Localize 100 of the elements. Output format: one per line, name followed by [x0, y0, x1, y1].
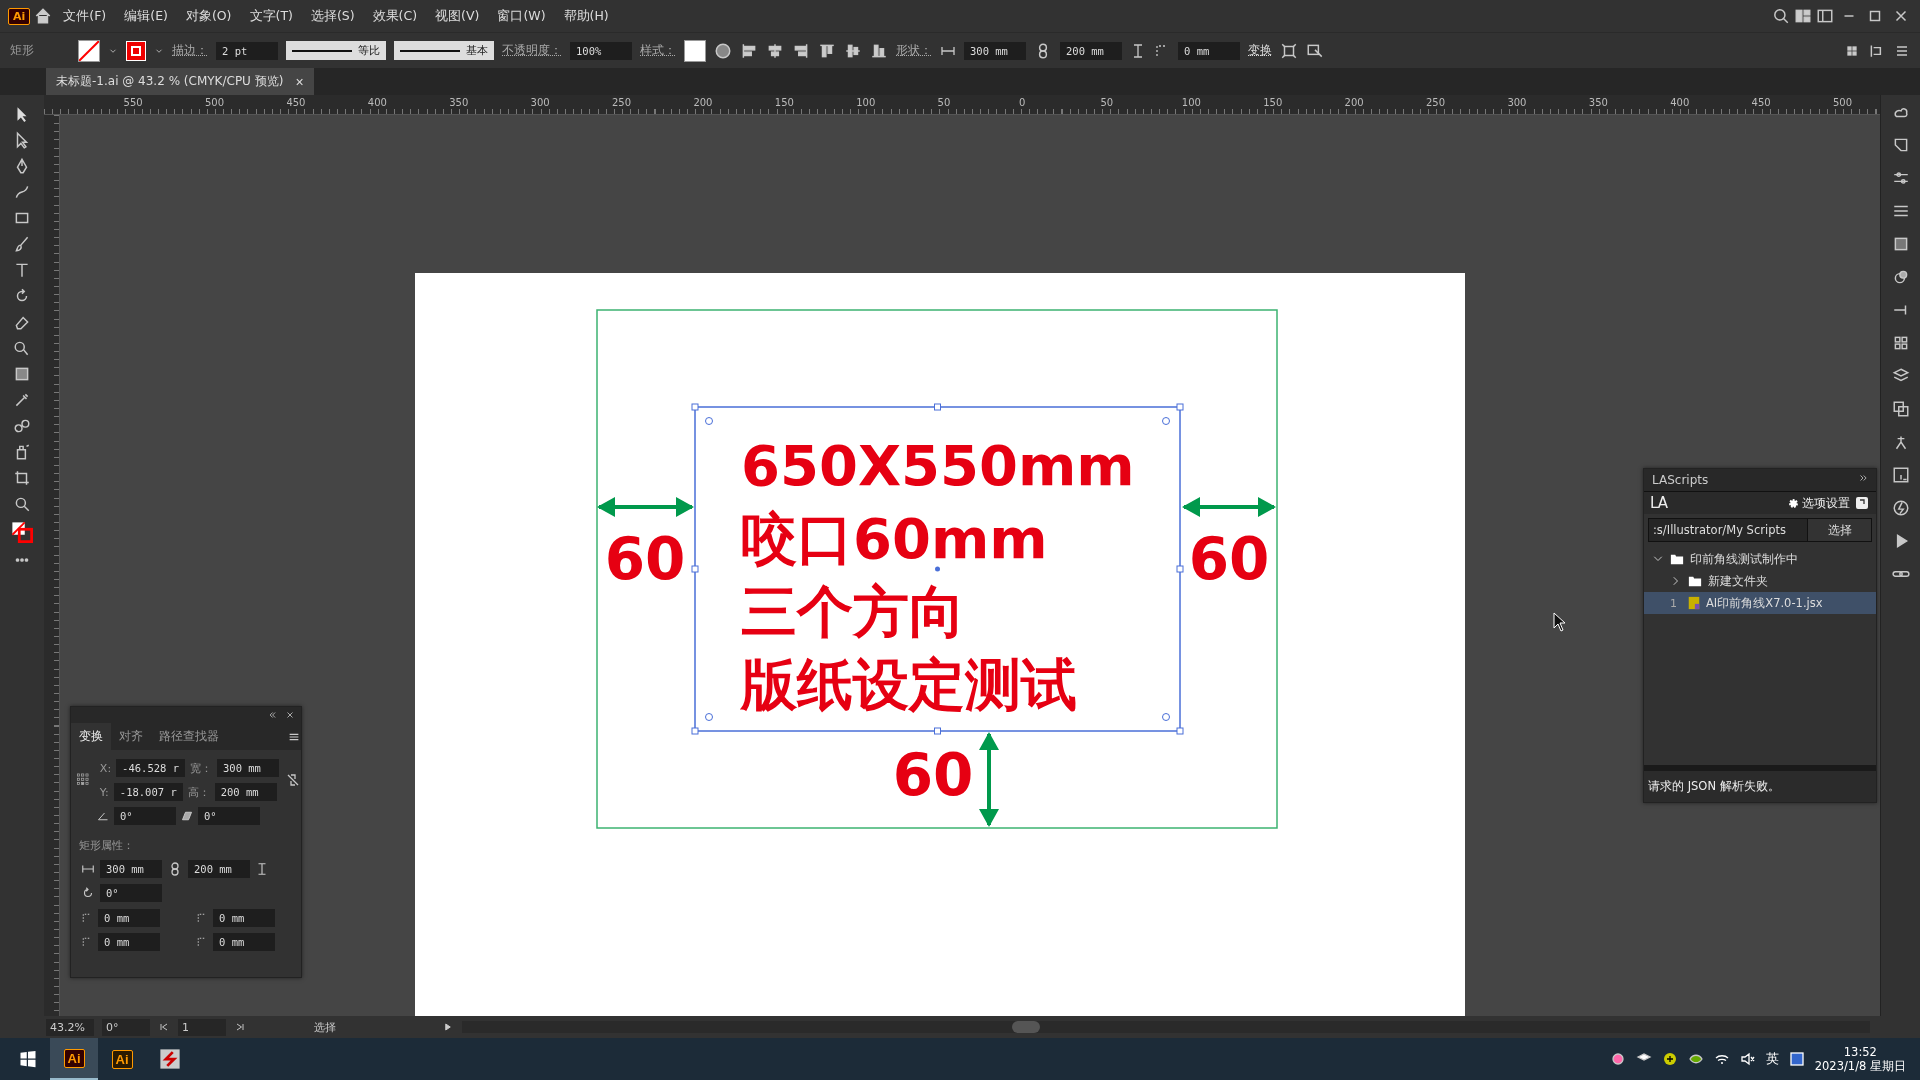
plus-circle-icon[interactable] — [1661, 1051, 1678, 1067]
menu-item[interactable]: 文字(T) — [242, 3, 300, 29]
profile-dropdown[interactable]: 等比 — [286, 41, 386, 60]
height-field[interactable]: 200 mm — [1060, 41, 1122, 60]
panel-tab[interactable]: 变换 — [71, 723, 111, 750]
corner-radius-field[interactable]: 0 mm — [213, 909, 275, 927]
menu-item[interactable]: 帮助(H) — [556, 3, 616, 29]
corner-icon — [81, 912, 93, 924]
ime-indicator[interactable]: 英 — [1765, 1050, 1779, 1068]
rotation-field[interactable]: 0° — [100, 884, 162, 902]
shear-field[interactable]: 0° — [198, 807, 260, 825]
play-icon[interactable] — [442, 1021, 454, 1033]
home-icon[interactable] — [34, 7, 53, 25]
zoom-field[interactable]: 43.2% — [46, 1018, 94, 1036]
refresh-icon[interactable] — [1854, 495, 1870, 511]
brush-icon[interactable] — [13, 235, 31, 253]
document-tab[interactable]: 未标题-1.ai @ 43.2 % (CMYK/CPU 预览) × — [46, 68, 314, 95]
expand-icon[interactable] — [1858, 473, 1868, 483]
ruler-label: 500 — [1833, 97, 1853, 108]
style-swatch[interactable] — [684, 39, 706, 62]
menu-item[interactable]: 文件(F) — [56, 3, 114, 29]
align-center-icon[interactable] — [766, 41, 784, 60]
close-icon[interactable] — [285, 710, 295, 720]
y-field[interactable]: -18.007 r — [113, 783, 183, 801]
bounding-box-icon[interactable] — [1280, 41, 1298, 60]
x-field[interactable]: -46.528 r — [116, 759, 185, 777]
taskbar-app-button[interactable]: Ai — [50, 1038, 98, 1080]
tree-item-label: 印前角线测试制作中 — [1690, 551, 1798, 567]
menu-item[interactable]: 对象(O) — [178, 3, 239, 29]
align-left-icon[interactable] — [740, 41, 758, 60]
app-logo[interactable]: Ai — [8, 7, 31, 25]
angle-field[interactable]: 0° — [114, 807, 176, 825]
first-page-icon[interactable] — [158, 1021, 170, 1033]
section-heading: 矩形属性： — [78, 838, 135, 854]
settings-button[interactable]: 选项设置 — [1787, 494, 1850, 512]
artboard-number-field[interactable]: 1 — [178, 1018, 226, 1036]
keyboard-icon[interactable] — [1788, 1051, 1805, 1067]
menu-item[interactable]: 效果(C) — [365, 3, 425, 29]
ruler-label: 50 — [1100, 97, 1114, 108]
clock-date[interactable]: 2023/1/8 星期日 — [1814, 1058, 1906, 1074]
corner-radius-field[interactable]: 0 mm — [98, 909, 160, 927]
ruler-label: 100 — [1181, 97, 1201, 108]
transform-link[interactable]: 变换 — [1248, 43, 1272, 58]
overlap-squares-icon[interactable] — [1891, 400, 1910, 418]
panel-tab[interactable]: 路径查找器 — [151, 723, 227, 750]
corner-radius-field[interactable]: 0 mm — [98, 933, 160, 951]
taskbar-app-button[interactable]: Ai — [98, 1038, 146, 1080]
collapse-icon[interactable] — [267, 710, 277, 720]
shape-label: 形状： — [896, 43, 932, 58]
corner-radius-field[interactable]: 0 mm — [213, 933, 275, 951]
menu-item[interactable]: 选择(S) — [303, 3, 362, 29]
stroke-swatch[interactable] — [126, 40, 146, 61]
layout-icon[interactable] — [1794, 7, 1812, 25]
width-field[interactable]: 300 mm — [217, 759, 279, 777]
brush-dropdown[interactable]: 基本 — [394, 41, 494, 60]
tree-item[interactable]: 新建文件夹 — [1644, 570, 1876, 592]
dimension-label: 60 — [1188, 525, 1270, 593]
corner-radius-field[interactable]: 0 mm — [1178, 41, 1240, 60]
last-page-icon[interactable] — [234, 1021, 246, 1033]
text-tool-icon[interactable] — [13, 261, 31, 279]
tree-item[interactable]: 印前角线测试制作中 — [1644, 548, 1876, 570]
fill-stroke-icon[interactable] — [11, 521, 33, 543]
horizontal-scrollbar[interactable] — [462, 1021, 1870, 1033]
y-label: Y: — [99, 785, 109, 799]
tree-item-label: 新建文件夹 — [1708, 573, 1768, 589]
script-file-icon[interactable] — [1891, 466, 1910, 484]
blend-icon[interactable] — [13, 417, 31, 435]
opacity-field[interactable]: 100% — [570, 41, 632, 60]
close-tab-button[interactable]: × — [295, 73, 304, 90]
search-icon[interactable] — [1772, 7, 1790, 25]
menu-item[interactable]: 窗口(W) — [490, 3, 553, 29]
menu-item[interactable]: 视图(V) — [428, 3, 487, 29]
angle-icon — [97, 810, 109, 822]
rotation-field[interactable]: 0° — [102, 1018, 150, 1036]
current-tool-text: 选择 — [314, 1019, 337, 1035]
align-right-icon[interactable] — [792, 41, 810, 60]
fill-swatch[interactable] — [78, 39, 100, 62]
sliders-icon[interactable] — [1891, 169, 1910, 187]
zoom-icon[interactable] — [13, 495, 31, 513]
artboard-icon[interactable] — [13, 469, 31, 487]
height-field[interactable]: 200 mm — [214, 783, 277, 801]
panel-tab[interactable]: 对齐 — [111, 723, 151, 750]
headline-text: 三个方向 — [741, 579, 965, 644]
panel-icon[interactable] — [1816, 7, 1834, 25]
rect-height-field[interactable]: 200 mm — [188, 860, 250, 878]
lightning-circle-icon[interactable] — [1891, 499, 1910, 517]
muted-speaker-icon[interactable] — [1739, 1051, 1756, 1067]
rect-width-field[interactable]: 300 mm — [100, 860, 162, 878]
width-field[interactable]: 300 mm — [964, 41, 1026, 60]
dimension-label: 60 — [604, 525, 686, 593]
tree-item[interactable]: 1 AI印前角线X7.0-1.jsx — [1644, 592, 1876, 614]
tool-name: 矩形 — [10, 43, 35, 58]
eyedropper-icon[interactable] — [13, 391, 31, 409]
ruler-label: 350 — [449, 97, 469, 108]
menu-item[interactable]: 编辑(E) — [117, 3, 175, 29]
clock-time[interactable]: 13:52 — [1843, 1044, 1877, 1059]
broken-link-icon[interactable] — [285, 772, 301, 788]
selection-bounding-box[interactable] — [691, 403, 1184, 735]
ruler-label: 200 — [693, 97, 713, 108]
stroke-weight-field[interactable]: 2 pt — [216, 41, 278, 60]
